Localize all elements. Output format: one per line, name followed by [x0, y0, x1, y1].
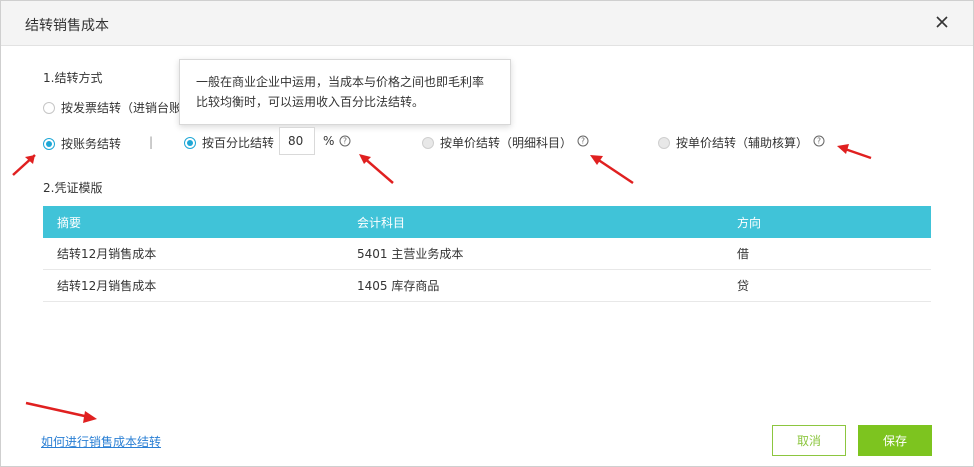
section-voucher-title: 2.凭证模版 — [43, 181, 103, 195]
radio-unit-price-detail-circle[interactable] — [422, 136, 434, 149]
cancel-button[interactable]: 取消 — [772, 425, 846, 456]
dialog-title: 结转销售成本 — [25, 18, 109, 34]
row-direction: 借 — [723, 238, 931, 270]
row-summary: 结转12月销售成本 — [43, 269, 343, 302]
annotation-arrow — [12, 154, 36, 176]
radio-invoice-circle[interactable] — [43, 101, 55, 114]
save-button[interactable]: 保存 — [858, 425, 932, 456]
radio-account-label: 按账务结转 — [61, 137, 122, 151]
column-direction: 方向 — [723, 206, 931, 238]
percent-input[interactable]: 80 — [279, 127, 315, 155]
annotation-arrow — [25, 401, 97, 423]
column-summary: 摘要 — [43, 206, 343, 238]
dialog-titlebar: 结转销售成本 — [1, 1, 973, 46]
annotation-arrow — [837, 144, 872, 160]
table-header-row: 摘要 会计科目 方向 — [43, 206, 931, 238]
column-account: 会计科目 — [343, 206, 723, 238]
question-circle-icon[interactable]: ? — [813, 135, 825, 147]
radio-unit-price-detail[interactable]: 按单价结转（明细科目） — [422, 134, 572, 151]
table-row: 结转12月销售成本 5401 主营业务成本 借 — [43, 238, 931, 270]
dialog: 结转销售成本 1.结转方式 按发票结转（进销台账 一般在商业企业中运用，当成本与… — [0, 0, 974, 467]
row-direction: 贷 — [723, 269, 931, 302]
radio-unit-price-detail-label: 按单价结转（明细科目） — [440, 136, 573, 150]
row-account: 1405 库存商品 — [343, 269, 723, 302]
question-circle-icon[interactable]: ? — [339, 135, 351, 147]
radio-unit-price-aux[interactable]: 按单价结转（辅助核算） — [658, 134, 808, 151]
row-account: 5401 主营业务成本 — [343, 238, 723, 270]
table-row: 结转12月销售成本 1405 库存商品 贷 — [43, 269, 931, 302]
section-method-title: 1.结转方式 — [43, 71, 103, 85]
svg-text:?: ? — [343, 137, 347, 146]
radio-account-circle[interactable] — [43, 137, 55, 150]
radio-percent[interactable]: 按百分比结转 — [184, 134, 274, 151]
percent-help-tooltip: 一般在商业企业中运用，当成本与价格之间也即毛利率比较均衡时，可以运用收入百分比法… — [179, 59, 511, 125]
radio-unit-price-aux-label: 按单价结转（辅助核算） — [676, 136, 809, 150]
radio-invoice-label: 按发票结转（进销台账 — [61, 101, 182, 115]
annotation-arrow — [590, 155, 634, 185]
radio-percent-circle[interactable] — [184, 136, 196, 149]
row-summary: 结转12月销售成本 — [43, 238, 343, 270]
percent-unit: % — [323, 134, 335, 148]
svg-text:?: ? — [817, 137, 821, 146]
question-circle-icon[interactable]: ? — [577, 135, 589, 147]
svg-text:?: ? — [581, 137, 585, 146]
close-icon[interactable] — [931, 11, 953, 33]
annotation-arrow — [359, 154, 394, 184]
help-link[interactable]: 如何进行销售成本结转 — [41, 433, 161, 450]
radio-account[interactable]: 按账务结转 — [43, 135, 121, 152]
option-separator: | — [149, 135, 154, 149]
radio-unit-price-aux-circle[interactable] — [658, 136, 670, 149]
radio-invoice[interactable]: 按发票结转（进销台账 — [43, 99, 181, 116]
voucher-template-table: 摘要 会计科目 方向 结转12月销售成本 5401 主营业务成本 借 结转12月… — [43, 206, 931, 302]
radio-percent-label: 按百分比结转 — [202, 136, 275, 150]
